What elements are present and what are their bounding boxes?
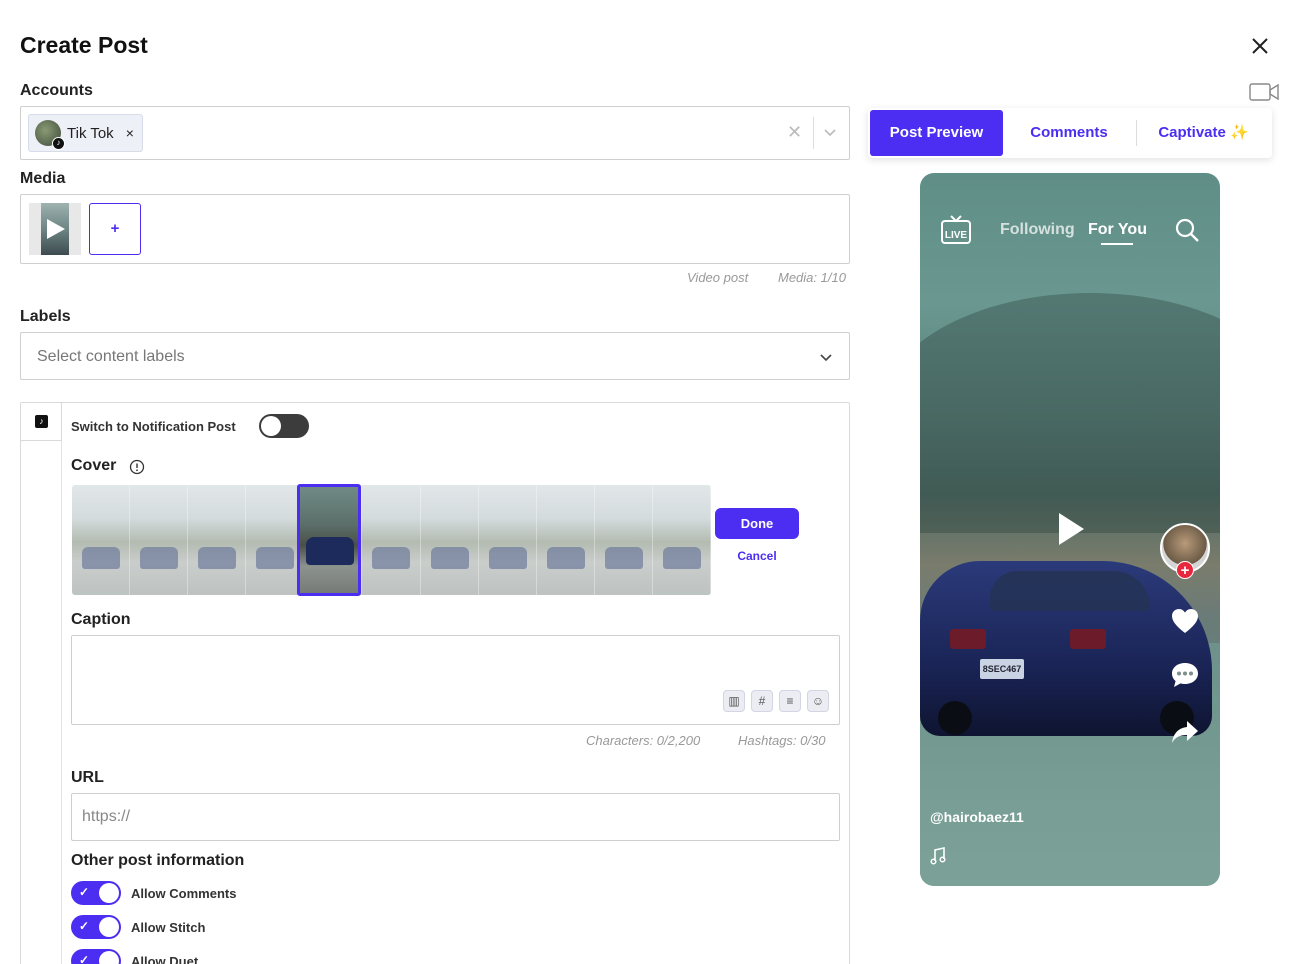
page-title: Create Post: [20, 32, 148, 58]
allow-comments-toggle[interactable]: ✓: [71, 881, 121, 905]
comment-icon[interactable]: [1170, 661, 1200, 689]
caption-label: Caption: [71, 611, 131, 628]
info-icon[interactable]: [129, 459, 145, 475]
other-info-label: Other post information: [71, 852, 245, 869]
labels-select[interactable]: Select content labels: [20, 332, 850, 380]
heart-icon[interactable]: [1170, 607, 1200, 635]
allow-duet-toggle[interactable]: ✓: [71, 949, 121, 964]
allow-stitch-row: ✓ Allow Stitch: [71, 915, 205, 939]
preview-tabs: Post Preview Comments Captivate ✨: [868, 108, 1272, 158]
account-chip-tiktok[interactable]: ♪ Tik Tok ×: [28, 114, 143, 152]
add-media-button[interactable]: +: [89, 203, 141, 255]
labels-placeholder: Select content labels: [37, 348, 185, 365]
caption-textarea[interactable]: ▥ # ≡ ☺: [71, 635, 840, 725]
tiktok-settings-panel: ♪ Switch to Notification Post Cover Done…: [20, 402, 850, 964]
media-thumbnail[interactable]: [29, 203, 81, 255]
close-icon[interactable]: [1246, 32, 1274, 60]
remove-account-icon[interactable]: ×: [126, 125, 134, 141]
accounts-select[interactable]: ♪ Tik Tok × ✕: [20, 106, 850, 160]
cover-label: Cover: [71, 457, 117, 474]
allow-comments-label: Allow Comments: [131, 885, 237, 901]
done-button[interactable]: Done: [715, 508, 799, 539]
url-input[interactable]: [71, 793, 840, 841]
media-area: +: [20, 194, 850, 264]
characters-count: Characters: 0/2,200: [586, 733, 701, 748]
url-label: URL: [71, 769, 104, 786]
media-post-type: Video post: [687, 270, 749, 285]
media-label: Media: [20, 170, 66, 187]
media-count: Media: 1/10: [778, 270, 846, 285]
tab-captivate[interactable]: Captivate ✨: [1137, 110, 1270, 156]
account-avatar: ♪: [35, 120, 65, 150]
clear-accounts-icon[interactable]: ✕: [787, 122, 802, 143]
allow-duet-row: ✓ Allow Duet: [71, 949, 198, 964]
allow-stitch-toggle[interactable]: ✓: [71, 915, 121, 939]
play-icon: [47, 219, 65, 239]
share-icon[interactable]: [1170, 719, 1200, 745]
account-chip-label: Tik Tok: [67, 124, 114, 142]
hashtag-icon[interactable]: #: [751, 690, 773, 712]
search-icon[interactable]: [1174, 217, 1200, 243]
labels-label: Labels: [20, 308, 71, 325]
divider: [813, 117, 814, 149]
allow-duet-label: Allow Duet: [131, 953, 199, 964]
allow-stitch-label: Allow Stitch: [131, 919, 206, 935]
tab-post-preview[interactable]: Post Preview: [870, 110, 1003, 156]
tiktok-phone-preview: 8SEC467 LIVE Following For You + @hairob…: [920, 173, 1220, 886]
accounts-label: Accounts: [20, 82, 93, 99]
video-camera-icon[interactable]: [1248, 80, 1280, 104]
allow-comments-row: ✓ Allow Comments: [71, 881, 236, 905]
chat-icon[interactable]: ≡: [779, 690, 801, 712]
svg-text:LIVE: LIVE: [945, 230, 968, 241]
follow-plus-icon[interactable]: +: [1176, 561, 1194, 579]
license-plate: 8SEC467: [980, 659, 1024, 679]
chevron-down-icon: [820, 354, 832, 362]
cover-selected-frame[interactable]: [297, 484, 361, 596]
chevron-down-icon[interactable]: [823, 125, 837, 139]
cover-frame-strip[interactable]: [72, 485, 711, 595]
tiktok-tab[interactable]: ♪: [21, 403, 62, 441]
library-icon[interactable]: ▥: [723, 690, 745, 712]
tab-comments[interactable]: Comments: [1003, 110, 1135, 156]
music-note-icon: [930, 847, 946, 865]
cancel-button[interactable]: Cancel: [715, 549, 799, 563]
notification-post-toggle[interactable]: [259, 414, 309, 438]
live-icon[interactable]: LIVE: [940, 215, 972, 245]
for-you-tab[interactable]: For You: [1088, 221, 1147, 239]
notification-post-label: Switch to Notification Post: [71, 419, 236, 434]
play-icon[interactable]: [1056, 511, 1086, 547]
hashtags-count: Hashtags: 0/30: [738, 733, 826, 748]
following-tab[interactable]: Following: [1000, 221, 1075, 239]
tiktok-icon: ♪: [35, 415, 48, 428]
emoji-icon[interactable]: ☺: [807, 690, 829, 712]
tiktok-badge-icon: ♪: [52, 137, 65, 150]
creator-username[interactable]: @hairobaez11: [930, 809, 1024, 825]
